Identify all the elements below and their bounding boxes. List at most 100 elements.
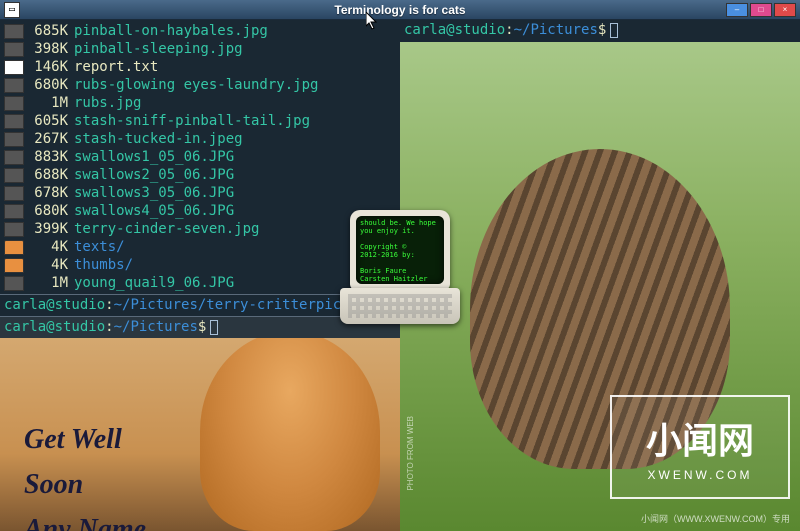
prompt-symbol: $ — [198, 319, 206, 335]
file-name: thumbs/ — [74, 256, 133, 274]
watermark-box: 小闻网 XWENW.COM — [610, 395, 790, 499]
file-size: 605K — [26, 112, 68, 130]
file-name: rubs.jpg — [74, 94, 141, 112]
file-row[interactable]: 267K stash-tucked-in.jpeg — [4, 130, 396, 148]
image-thumbnail-icon — [4, 150, 24, 165]
file-name: report.txt — [74, 58, 158, 76]
file-row[interactable]: 680K rubs-glowing eyes-laundry.jpg — [4, 76, 396, 94]
prompt-user: carla@studio — [4, 319, 105, 335]
file-row[interactable]: 1M rubs.jpg — [4, 94, 396, 112]
image-thumbnail-icon — [4, 42, 24, 57]
file-name: swallows3_05_06.JPG — [74, 184, 234, 202]
file-size: 680K — [26, 76, 68, 94]
file-name: pinball-sleeping.jpg — [74, 40, 243, 58]
file-size: 678K — [26, 184, 68, 202]
image-thumbnail-icon — [4, 204, 24, 219]
minimize-button[interactable]: – — [726, 3, 748, 17]
file-row[interactable]: 688K swallows2_05_06.JPG — [4, 166, 396, 184]
prompt-colon: : — [105, 297, 113, 313]
watermark-domain: XWENW.COM — [648, 468, 753, 482]
file-size: 1M — [26, 274, 68, 292]
mouse-cursor-icon — [366, 12, 378, 30]
window-controls: – □ × — [726, 3, 796, 17]
file-row[interactable]: 398K pinball-sleeping.jpg — [4, 40, 396, 58]
window-title: Terminology is for cats — [334, 3, 465, 17]
file-name: terry-cinder-seven.jpg — [74, 220, 259, 238]
about-credit-line: Boris Faure — [360, 267, 440, 275]
prompt-colon: : — [105, 319, 113, 335]
prompt-path: ~/Pictures — [114, 319, 198, 335]
file-row[interactable]: 146K report.txt — [4, 58, 396, 76]
watermark-strip: 小闻网（WWW.XWENW.COM）专用 — [631, 512, 800, 525]
file-size: 398K — [26, 40, 68, 58]
file-name: stash-tucked-in.jpeg — [74, 130, 243, 148]
file-name: texts/ — [74, 238, 125, 256]
about-credit-line: Copyright © — [360, 243, 440, 251]
image-thumbnail-icon — [4, 186, 24, 201]
watermark-side: PHOTO FROM WEB — [406, 416, 415, 491]
folder-icon — [4, 240, 24, 255]
file-name: young_quail9_06.JPG — [74, 274, 234, 292]
cursor-icon — [610, 23, 618, 38]
prompt-colon: : — [505, 22, 513, 38]
prompt-user: carla@studio — [4, 297, 105, 313]
cursor-icon — [210, 320, 218, 335]
image-thumbnail-icon — [4, 222, 24, 237]
image-thumbnail-icon — [4, 24, 24, 39]
file-size: 4K — [26, 256, 68, 274]
crt-keyboard-icon — [340, 288, 460, 324]
close-button[interactable]: × — [774, 3, 796, 17]
prompt-path: ~/Pictures — [514, 22, 598, 38]
prompt-path: ~/Pictures/terry-critterpics — [114, 297, 350, 313]
kitten-image-left — [200, 338, 380, 531]
maximize-button[interactable]: □ — [750, 3, 772, 17]
app-icon: ▭ — [4, 2, 20, 18]
about-credit-line: Gustavo Sverzut — [360, 283, 440, 284]
about-credit-line — [360, 259, 440, 267]
terminal-right-prompt[interactable]: carla@studio:~/Pictures$ — [400, 20, 800, 42]
image-thumbnail-icon — [4, 132, 24, 147]
about-credits-text: should be. We hopeyou enjoy it. Copyrigh… — [356, 216, 444, 284]
file-size: 399K — [26, 220, 68, 238]
file-size: 267K — [26, 130, 68, 148]
image-thumbnail-icon — [4, 276, 24, 291]
image-thumbnail-icon — [4, 96, 24, 111]
about-credit-line — [360, 235, 440, 243]
file-size: 4K — [26, 238, 68, 256]
image-thumbnail-icon — [4, 168, 24, 183]
file-row[interactable]: 883K swallows1_05_06.JPG — [4, 148, 396, 166]
prompt-user: carla@studio — [404, 22, 505, 38]
greeting-card-text: Get Well Soon Any Name — [24, 418, 146, 531]
file-name: rubs-glowing eyes-laundry.jpg — [74, 76, 318, 94]
greeting-line: Soon — [24, 463, 146, 508]
file-size: 1M — [26, 94, 68, 112]
window-titlebar: ▭ Terminology is for cats – □ × — [0, 0, 800, 20]
file-name: stash-sniff-pinball-tail.jpg — [74, 112, 310, 130]
file-size: 146K — [26, 58, 68, 76]
folder-icon — [4, 258, 24, 273]
file-name: pinball-on-haybales.jpg — [74, 22, 268, 40]
file-row[interactable]: 685K pinball-on-haybales.jpg — [4, 22, 396, 40]
watermark-big: 小闻网 — [646, 412, 754, 464]
about-dialog[interactable]: should be. We hopeyou enjoy it. Copyrigh… — [335, 210, 465, 340]
greeting-line: Any Name — [24, 508, 146, 531]
greeting-line: Get Well — [24, 418, 146, 463]
image-thumbnail-icon — [4, 78, 24, 93]
file-name: swallows4_05_06.JPG — [74, 202, 234, 220]
about-credit-line: you enjoy it. — [360, 227, 440, 235]
about-credit-line: Carsten Haitzler — [360, 275, 440, 283]
file-row[interactable]: 605K stash-sniff-pinball-tail.jpg — [4, 112, 396, 130]
file-name: swallows1_05_06.JPG — [74, 148, 234, 166]
image-thumbnail-icon — [4, 114, 24, 129]
file-size: 685K — [26, 22, 68, 40]
file-row[interactable]: 678K swallows3_05_06.JPG — [4, 184, 396, 202]
document-icon — [4, 60, 24, 75]
file-size: 883K — [26, 148, 68, 166]
file-size: 680K — [26, 202, 68, 220]
about-credit-line: 2012-2016 by: — [360, 251, 440, 259]
prompt-symbol: $ — [598, 22, 606, 38]
file-name: swallows2_05_06.JPG — [74, 166, 234, 184]
crt-monitor-icon: should be. We hopeyou enjoy it. Copyrigh… — [350, 210, 450, 290]
about-credit-line: should be. We hope — [360, 219, 440, 227]
file-size: 688K — [26, 166, 68, 184]
